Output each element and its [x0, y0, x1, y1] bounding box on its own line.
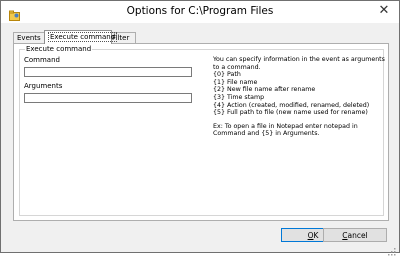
command-label: Command	[24, 56, 60, 64]
ok-label-rest: K	[313, 231, 319, 240]
window-title: Options for C:\Program Files	[126, 5, 274, 17]
help-line: {4} Action (created, modified, renamed, …	[213, 101, 370, 109]
example-line: Ex: To open a file in Notepad enter note…	[213, 122, 358, 130]
help-line: {0} Path	[213, 71, 241, 79]
options-dialog: Options for C:\Program Files ✕ Events Ex…	[0, 0, 400, 256]
help-line: {2} New file name after rename	[213, 86, 316, 94]
help-line: {3} Time stamp	[213, 93, 265, 101]
group-legend: Execute command	[25, 45, 93, 53]
tab-label: Execute command	[48, 32, 118, 42]
help-line: {5} Full path to file (new name used for…	[213, 109, 368, 117]
tab-panel: Execute command Command Arguments You ca…	[13, 43, 389, 221]
arguments-label: Arguments	[24, 82, 63, 90]
example-line: Command and {5} in Arguments.	[213, 130, 320, 138]
command-input[interactable]	[24, 67, 192, 77]
cancel-label-rest: ancel	[347, 231, 368, 240]
tab-label: Events	[17, 34, 41, 42]
close-icon[interactable]: ✕	[377, 4, 391, 18]
help-text: You can specify information in the event…	[213, 56, 385, 138]
help-line: to a command.	[213, 63, 261, 71]
arguments-input[interactable]	[24, 93, 192, 103]
title-bar[interactable]: Options for C:\Program Files ✕	[1, 1, 399, 23]
resize-grip-icon[interactable]	[388, 241, 396, 256]
execute-command-group: Execute command Command Arguments You ca…	[19, 45, 385, 216]
tab-execute-command[interactable]: Execute command	[44, 30, 118, 44]
help-line: You can specify information in the event…	[213, 56, 385, 63]
help-line: {1} File name	[213, 78, 258, 86]
cancel-button[interactable]: Cancel	[323, 228, 387, 242]
